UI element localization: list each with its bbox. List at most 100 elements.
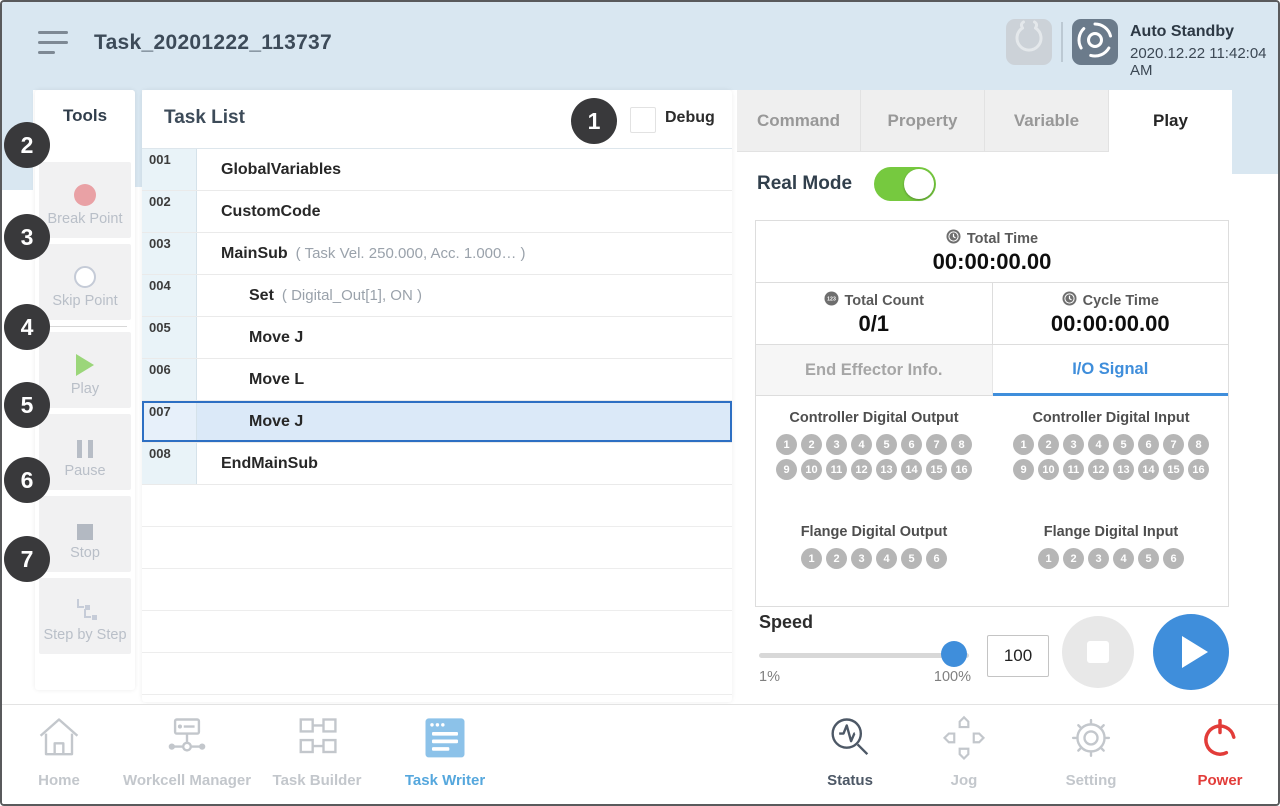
debug-checkbox[interactable] — [630, 107, 656, 133]
io-channel-dot: 3 — [1088, 548, 1109, 569]
cycle-time-value: 00:00:00.00 — [993, 311, 1229, 337]
play-icon — [76, 354, 94, 376]
step-by-step-icon — [39, 578, 131, 622]
io-channel-dot: 6 — [1163, 548, 1184, 569]
task-command-name: Move J — [249, 329, 303, 347]
task-row[interactable]: 002CustomCode — [142, 191, 732, 233]
subtab-end-effector-info[interactable]: End Effector Info. — [756, 345, 993, 396]
skip-point-icon — [74, 266, 96, 288]
speed-slider-track[interactable] — [759, 653, 969, 658]
task-row[interactable]: 004Set( Digital_Out[1], ON ) — [142, 275, 732, 317]
io-channel-dot: 1 — [1038, 548, 1059, 569]
controller-digital-output-group: Controller Digital Output 12345678910111… — [756, 410, 992, 482]
tools-panel: Tools Break Point Skip Point Play Pause … — [35, 90, 135, 690]
tab-play[interactable]: Play — [1109, 90, 1232, 152]
nav-task-writer[interactable]: Task Writer — [365, 713, 525, 789]
io-group-title: Controller Digital Output — [756, 410, 992, 426]
tab-command[interactable]: Command — [737, 90, 861, 152]
gripper-icon — [1006, 17, 1052, 68]
break-point-icon — [74, 184, 96, 206]
task-builder-icon — [293, 752, 341, 769]
play-tool-label: Play — [39, 381, 131, 397]
io-channel-dot: 13 — [1113, 459, 1134, 480]
stop-tool-button[interactable]: Stop — [39, 496, 131, 572]
task-row-empty — [142, 611, 732, 653]
task-row-number: 002 — [142, 191, 197, 232]
io-channel-dot: 16 — [1188, 459, 1209, 480]
tab-property[interactable]: Property — [861, 90, 985, 152]
page-title: Task_20201222_113737 — [94, 31, 332, 55]
play-tool-button[interactable]: Play — [39, 332, 131, 408]
subtab-io-signal[interactable]: I/O Signal — [993, 345, 1229, 396]
count-icon: 123 — [824, 291, 839, 310]
io-channel-dot: 4 — [1113, 548, 1134, 569]
stop-run-button[interactable] — [1062, 616, 1134, 688]
flange-digital-output-group: Flange Digital Output 123456 — [756, 524, 992, 571]
task-command-name: MainSub — [221, 245, 288, 263]
task-row[interactable]: 001GlobalVariables — [142, 149, 732, 191]
stop-square-icon — [1087, 641, 1109, 663]
io-channel-dot: 11 — [1063, 459, 1084, 480]
io-group-title: Flange Digital Input — [993, 524, 1229, 540]
play-run-button[interactable] — [1153, 614, 1229, 690]
skip-point-label: Skip Point — [39, 293, 131, 309]
task-row-empty — [142, 527, 732, 569]
stop-tool-label: Stop — [39, 545, 131, 561]
io-channel-dot: 16 — [951, 459, 972, 480]
speed-slider-handle[interactable] — [941, 641, 967, 667]
menu-icon[interactable] — [38, 31, 68, 57]
gripper-button[interactable] — [1006, 19, 1052, 65]
nav-power[interactable]: Power — [1140, 713, 1280, 789]
home-icon — [35, 752, 83, 769]
task-command-name: Move L — [249, 371, 304, 389]
io-dot-row: 123456 — [1006, 546, 1216, 571]
break-point-button[interactable]: Break Point — [39, 162, 131, 238]
status-icon — [826, 752, 874, 769]
pause-button[interactable]: Pause — [39, 414, 131, 490]
step-by-step-button[interactable]: Step by Step — [39, 578, 131, 654]
io-channel-dot: 8 — [951, 434, 972, 455]
background-strip — [1232, 90, 1280, 174]
total-count-label: Total Count — [845, 293, 924, 309]
io-group-title: Controller Digital Input — [993, 410, 1229, 426]
stop-icon — [77, 524, 93, 540]
task-row-number: 003 — [142, 233, 197, 274]
callout-1: 1 — [571, 98, 617, 144]
tab-variable[interactable]: Variable — [985, 90, 1109, 152]
io-channel-dot: 15 — [926, 459, 947, 480]
skip-point-button[interactable]: Skip Point — [39, 244, 131, 320]
tools-divider — [43, 326, 127, 327]
callout-6: 6 — [4, 457, 50, 503]
task-command-name: GlobalVariables — [221, 161, 341, 179]
task-row-number: 006 — [142, 359, 197, 400]
task-list-panel: Task List Debug 001GlobalVariables002Cus… — [142, 90, 732, 702]
io-channel-dot: 4 — [1088, 434, 1109, 455]
speed-input[interactable] — [987, 635, 1049, 677]
clock-icon — [946, 229, 961, 248]
real-mode-toggle[interactable] — [874, 167, 936, 201]
task-row-number: 008 — [142, 443, 197, 484]
pause-icon — [39, 414, 131, 458]
io-channel-dot: 6 — [1138, 434, 1159, 455]
io-dot-row: 12345678910111213141516 — [769, 432, 979, 482]
task-row-number: 005 — [142, 317, 197, 358]
io-channel-dot: 11 — [826, 459, 847, 480]
task-row-empty — [142, 485, 732, 527]
io-channel-dot: 3 — [826, 434, 847, 455]
callout-3: 3 — [4, 214, 50, 260]
robot-mode-button[interactable] — [1072, 19, 1118, 65]
task-row[interactable]: 007Move J — [142, 401, 732, 443]
task-command-name: Set — [249, 287, 274, 305]
task-row[interactable]: 008EndMainSub — [142, 443, 732, 485]
io-channel-dot: 5 — [1138, 548, 1159, 569]
task-row[interactable]: 005 Move J — [142, 317, 732, 359]
step-by-step-label: Step by Step — [39, 627, 131, 643]
cycle-time-cell: Cycle Time 00:00:00.00 — [993, 283, 1229, 344]
total-time-label: Total Time — [967, 231, 1038, 247]
clock-icon — [1062, 291, 1077, 310]
task-row-empty — [142, 569, 732, 611]
task-row[interactable]: 006 Move L — [142, 359, 732, 401]
task-row[interactable]: 003MainSub( Task Vel. 250.000, Acc. 1.00… — [142, 233, 732, 275]
io-dot-row: 123456 — [769, 546, 979, 571]
workcell-manager-icon — [163, 752, 211, 769]
